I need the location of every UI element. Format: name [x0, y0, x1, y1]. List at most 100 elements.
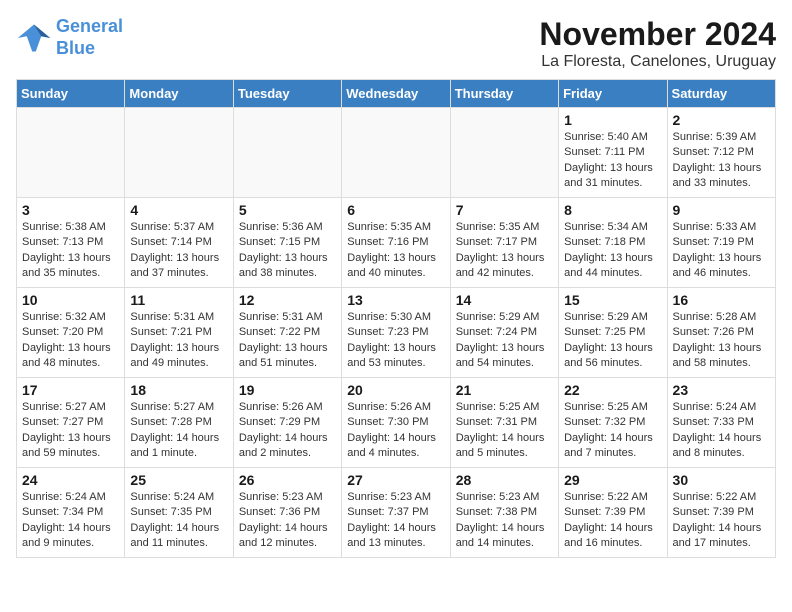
- month-title: November 2024: [539, 16, 776, 53]
- day-number: 4: [130, 202, 227, 218]
- day-info: Sunrise: 5:35 AM Sunset: 7:16 PM Dayligh…: [347, 220, 444, 282]
- day-info: Sunrise: 5:39 AM Sunset: 7:12 PM Dayligh…: [673, 130, 770, 192]
- day-info: Sunrise: 5:31 AM Sunset: 7:21 PM Dayligh…: [130, 310, 227, 372]
- calendar-cell: 29Sunrise: 5:22 AM Sunset: 7:39 PM Dayli…: [559, 468, 667, 558]
- calendar-cell: 18 Sunrise: 5:27 AM Sunset: 7:28 PM Dayli…: [125, 378, 233, 468]
- day-info: Sunrise: 5:34 AM Sunset: 7:18 PM Dayligh…: [564, 220, 661, 282]
- calendar-cell: 24 Sunrise: 5:24 AM Sunset: 7:34 PM Dayli…: [17, 468, 125, 558]
- day-info: Sunrise: 5:23 AM Sunset: 7:38 PM Dayligh…: [456, 490, 553, 552]
- day-info: Sunrise: 5:27 AM Sunset: 7:28 PM Dayligh…: [130, 400, 227, 462]
- col-thursday: Thursday: [450, 80, 558, 108]
- day-number: 3: [22, 202, 119, 218]
- day-info: Sunrise: 5:25 AM Sunset: 7:31 PM Dayligh…: [456, 400, 553, 462]
- day-info: Sunrise: 5:40 AM Sunset: 7:11 PM Dayligh…: [564, 130, 661, 192]
- day-info: Sunrise: 5:24 AM Sunset: 7:33 PM Dayligh…: [673, 400, 770, 462]
- calendar-week-5: 24 Sunrise: 5:24 AM Sunset: 7:34 PM Dayli…: [17, 468, 776, 558]
- day-number: 8: [564, 202, 661, 218]
- day-number: 27: [347, 472, 444, 488]
- calendar-week-3: 10 Sunrise: 5:32 AM Sunset: 7:20 PM Dayli…: [17, 288, 776, 378]
- day-info: Sunrise: 5:23 AM Sunset: 7:37 PM Dayligh…: [347, 490, 444, 552]
- col-tuesday: Tuesday: [233, 80, 341, 108]
- day-number: 10: [22, 292, 119, 308]
- logo-line1: General: [56, 16, 123, 36]
- col-sunday: Sunday: [17, 80, 125, 108]
- day-info: Sunrise: 5:22 AM Sunset: 7:39 PM Dayligh…: [673, 490, 770, 552]
- day-info: Sunrise: 5:32 AM Sunset: 7:20 PM Dayligh…: [22, 310, 119, 372]
- day-number: 15: [564, 292, 661, 308]
- day-number: 2: [673, 112, 770, 128]
- day-info: Sunrise: 5:36 AM Sunset: 7:15 PM Dayligh…: [239, 220, 336, 282]
- day-number: 20: [347, 382, 444, 398]
- day-number: 7: [456, 202, 553, 218]
- calendar-cell: [17, 108, 125, 198]
- day-info: Sunrise: 5:24 AM Sunset: 7:35 PM Dayligh…: [130, 490, 227, 552]
- day-number: 23: [673, 382, 770, 398]
- day-info: Sunrise: 5:33 AM Sunset: 7:19 PM Dayligh…: [673, 220, 770, 282]
- location-title: La Floresta, Canelones, Uruguay: [539, 53, 776, 71]
- day-info: Sunrise: 5:35 AM Sunset: 7:17 PM Dayligh…: [456, 220, 553, 282]
- logo: General Blue: [16, 16, 123, 59]
- day-number: 6: [347, 202, 444, 218]
- day-info: Sunrise: 5:24 AM Sunset: 7:34 PM Dayligh…: [22, 490, 119, 552]
- day-number: 11: [130, 292, 227, 308]
- col-monday: Monday: [125, 80, 233, 108]
- day-number: 12: [239, 292, 336, 308]
- calendar-cell: 10 Sunrise: 5:32 AM Sunset: 7:20 PM Dayli…: [17, 288, 125, 378]
- day-info: Sunrise: 5:29 AM Sunset: 7:25 PM Dayligh…: [564, 310, 661, 372]
- col-friday: Friday: [559, 80, 667, 108]
- day-number: 26: [239, 472, 336, 488]
- day-number: 28: [456, 472, 553, 488]
- day-info: Sunrise: 5:25 AM Sunset: 7:32 PM Dayligh…: [564, 400, 661, 462]
- day-number: 18: [130, 382, 227, 398]
- logo-bird-icon: [16, 20, 52, 56]
- logo-line2: Blue: [56, 38, 95, 58]
- calendar-week-1: 1Sunrise: 5:40 AM Sunset: 7:11 PM Daylig…: [17, 108, 776, 198]
- calendar-cell: 5 Sunrise: 5:36 AM Sunset: 7:15 PM Daylig…: [233, 198, 341, 288]
- calendar-cell: 14 Sunrise: 5:29 AM Sunset: 7:24 PM Dayli…: [450, 288, 558, 378]
- day-info: Sunrise: 5:22 AM Sunset: 7:39 PM Dayligh…: [564, 490, 661, 552]
- day-info: Sunrise: 5:31 AM Sunset: 7:22 PM Dayligh…: [239, 310, 336, 372]
- page-header: General Blue November 2024 La Floresta, …: [16, 16, 776, 71]
- calendar-cell: 9 Sunrise: 5:33 AM Sunset: 7:19 PM Daylig…: [667, 198, 775, 288]
- calendar-week-2: 3 Sunrise: 5:38 AM Sunset: 7:13 PM Daylig…: [17, 198, 776, 288]
- day-number: 9: [673, 202, 770, 218]
- calendar-cell: 4 Sunrise: 5:37 AM Sunset: 7:14 PM Daylig…: [125, 198, 233, 288]
- calendar-cell: [125, 108, 233, 198]
- day-info: Sunrise: 5:26 AM Sunset: 7:30 PM Dayligh…: [347, 400, 444, 462]
- day-info: Sunrise: 5:38 AM Sunset: 7:13 PM Dayligh…: [22, 220, 119, 282]
- day-number: 13: [347, 292, 444, 308]
- day-number: 14: [456, 292, 553, 308]
- calendar-cell: 12 Sunrise: 5:31 AM Sunset: 7:22 PM Dayli…: [233, 288, 341, 378]
- calendar-cell: 11 Sunrise: 5:31 AM Sunset: 7:21 PM Dayli…: [125, 288, 233, 378]
- calendar-cell: 23 Sunrise: 5:24 AM Sunset: 7:33 PM Dayli…: [667, 378, 775, 468]
- day-number: 16: [673, 292, 770, 308]
- calendar-cell: 16 Sunrise: 5:28 AM Sunset: 7:26 PM Dayli…: [667, 288, 775, 378]
- day-info: Sunrise: 5:29 AM Sunset: 7:24 PM Dayligh…: [456, 310, 553, 372]
- header-row: Sunday Monday Tuesday Wednesday Thursday…: [17, 80, 776, 108]
- day-info: Sunrise: 5:30 AM Sunset: 7:23 PM Dayligh…: [347, 310, 444, 372]
- calendar-cell: 22Sunrise: 5:25 AM Sunset: 7:32 PM Dayli…: [559, 378, 667, 468]
- day-info: Sunrise: 5:37 AM Sunset: 7:14 PM Dayligh…: [130, 220, 227, 282]
- calendar-cell: 7 Sunrise: 5:35 AM Sunset: 7:17 PM Daylig…: [450, 198, 558, 288]
- calendar-cell: 2 Sunrise: 5:39 AM Sunset: 7:12 PM Daylig…: [667, 108, 775, 198]
- day-info: Sunrise: 5:28 AM Sunset: 7:26 PM Dayligh…: [673, 310, 770, 372]
- calendar-week-4: 17Sunrise: 5:27 AM Sunset: 7:27 PM Dayli…: [17, 378, 776, 468]
- day-number: 24: [22, 472, 119, 488]
- calendar-cell: 17Sunrise: 5:27 AM Sunset: 7:27 PM Dayli…: [17, 378, 125, 468]
- day-info: Sunrise: 5:23 AM Sunset: 7:36 PM Dayligh…: [239, 490, 336, 552]
- calendar-cell: [233, 108, 341, 198]
- logo-text: General Blue: [56, 16, 123, 59]
- calendar-cell: 30Sunrise: 5:22 AM Sunset: 7:39 PM Dayli…: [667, 468, 775, 558]
- calendar-cell: 26 Sunrise: 5:23 AM Sunset: 7:36 PM Dayli…: [233, 468, 341, 558]
- calendar-cell: 13 Sunrise: 5:30 AM Sunset: 7:23 PM Dayli…: [342, 288, 450, 378]
- calendar-cell: 6 Sunrise: 5:35 AM Sunset: 7:16 PM Daylig…: [342, 198, 450, 288]
- day-number: 5: [239, 202, 336, 218]
- calendar-cell: 28 Sunrise: 5:23 AM Sunset: 7:38 PM Dayli…: [450, 468, 558, 558]
- calendar-cell: 15 Sunrise: 5:29 AM Sunset: 7:25 PM Dayli…: [559, 288, 667, 378]
- day-info: Sunrise: 5:26 AM Sunset: 7:29 PM Dayligh…: [239, 400, 336, 462]
- calendar-cell: 3 Sunrise: 5:38 AM Sunset: 7:13 PM Daylig…: [17, 198, 125, 288]
- calendar-cell: 21 Sunrise: 5:25 AM Sunset: 7:31 PM Dayli…: [450, 378, 558, 468]
- day-number: 21: [456, 382, 553, 398]
- calendar-cell: [342, 108, 450, 198]
- day-number: 17: [22, 382, 119, 398]
